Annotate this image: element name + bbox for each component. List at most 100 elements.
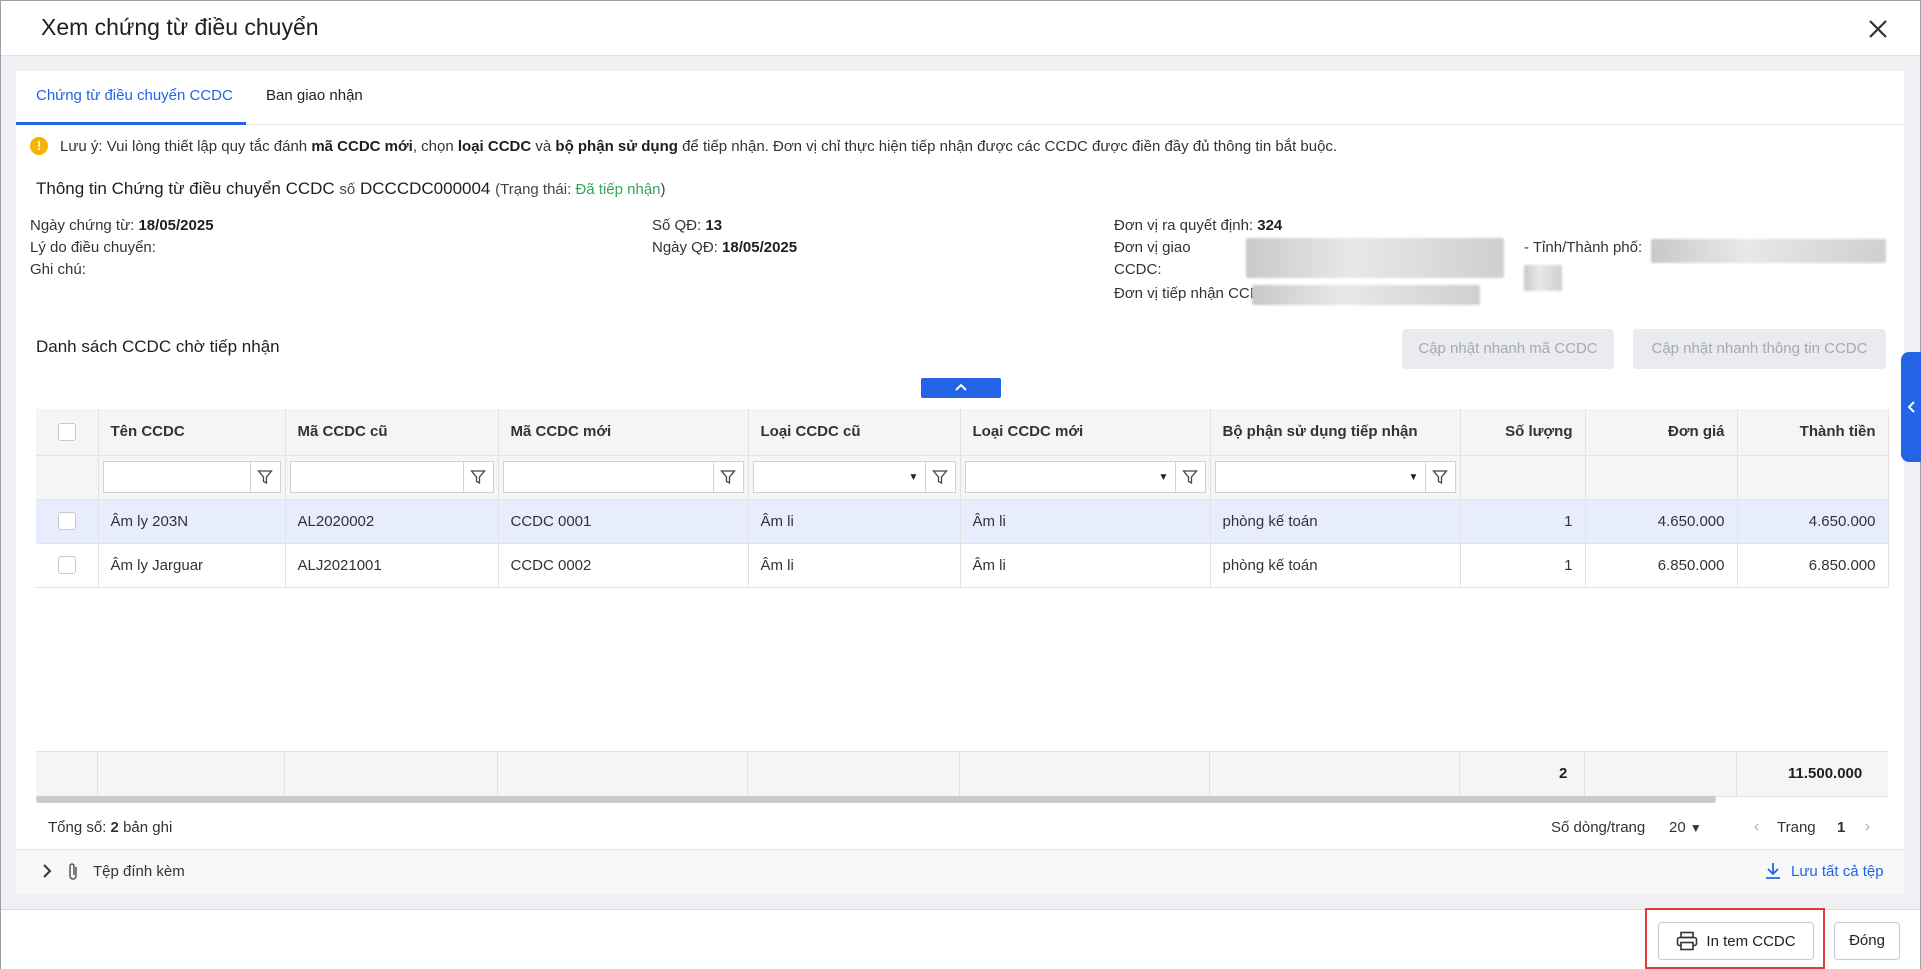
filter-icon[interactable] [924, 462, 955, 492]
current-page[interactable]: 1 [1837, 819, 1845, 836]
highlight-box [1645, 908, 1825, 969]
close-button[interactable]: Đóng [1834, 922, 1900, 960]
total-amount: 11.500.000 [1788, 765, 1863, 782]
cell-new-code: CCDC 0002 [498, 543, 749, 588]
cell-quantity: 1 [1460, 499, 1586, 544]
side-panel-toggle[interactable] [1901, 352, 1921, 462]
delivering-unit-label: Đơn vị giao [1114, 239, 1191, 256]
quick-update-info-button[interactable]: Cập nhật nhanh thông tin CCDC [1633, 329, 1886, 369]
cell-department: phòng kế toán [1210, 499, 1461, 544]
select-all-checkbox[interactable] [57, 422, 76, 441]
filter-new-code-input[interactable] [503, 462, 713, 492]
table-row[interactable]: Âm ly Jarguar ALJ2021001 CCDC 0002 Âm li… [36, 543, 1889, 588]
decision-number: Số QĐ: 13 [652, 217, 723, 234]
select-all-cell [36, 409, 99, 456]
rows-per-page-label: Số dòng/trang [1551, 819, 1646, 836]
download-icon [1766, 863, 1780, 879]
chevron-up-icon [955, 383, 967, 391]
redacted-delivering-unit [1246, 238, 1504, 278]
cell-old-code: ALJ2021001 [285, 543, 499, 588]
summary-cell [98, 752, 285, 796]
dropdown-arrow-icon[interactable]: ▼ [1403, 462, 1425, 492]
tab-handover-committee[interactable]: Ban giao nhận [266, 87, 363, 104]
attachments-label: Tệp đính kèm [93, 863, 185, 880]
total-quantity: 2 [1559, 765, 1568, 782]
dropdown-arrow-icon[interactable]: ▼ [1153, 462, 1175, 492]
filter-old-type-cell: ▼ [748, 455, 961, 500]
rows-per-page-select[interactable]: 20 ▼ [1669, 819, 1702, 836]
filter-department-cell: ▼ [1210, 455, 1461, 500]
col-header-new-code[interactable]: Mã CCDC mới [498, 409, 749, 456]
cell-old-type: Âm li [748, 543, 961, 588]
row-checkbox[interactable] [57, 556, 76, 575]
row-checkbox[interactable] [57, 512, 76, 531]
filter-empty-cell [36, 455, 99, 500]
col-header-department[interactable]: Bộ phận sử dụng tiếp nhận [1210, 409, 1461, 456]
province-label: - Tỉnh/Thành phố: [1524, 239, 1643, 256]
filter-department-select[interactable] [1215, 462, 1403, 492]
cell-name: Âm ly 203N [98, 499, 286, 544]
dropdown-arrow-icon[interactable]: ▼ [903, 462, 925, 492]
filter-icon[interactable] [249, 462, 280, 492]
tab-transfer-voucher[interactable]: Chứng từ điều chuyển CCDC [36, 87, 233, 104]
chevron-left-icon [1907, 401, 1915, 413]
redacted-receiving-unit [1252, 285, 1480, 305]
summary-cell [285, 752, 498, 796]
filter-icon[interactable] [712, 462, 743, 492]
filter-quantity-cell [1460, 455, 1586, 500]
paperclip-icon [66, 862, 80, 887]
cell-name: Âm ly Jarguar [98, 543, 286, 588]
row-checkbox-cell [36, 499, 99, 544]
filter-icon[interactable] [462, 462, 493, 492]
tab-bar: Chứng từ điều chuyển CCDC Ban giao nhận [16, 71, 1904, 125]
pending-list-title: Danh sách CCDC chờ tiếp nhận [36, 337, 280, 356]
grid-pager: Tổng số: 2 bản ghi Số dòng/trang 20 ▼ ‹ … [16, 806, 1904, 850]
col-header-quantity[interactable]: Số lượng [1460, 409, 1586, 456]
expand-chevron-icon[interactable] [40, 863, 54, 884]
note: Ghi chú: [30, 261, 86, 278]
filter-old-code-input[interactable] [290, 462, 463, 492]
dialog-header: Xem chứng từ điều chuyển [1, 1, 1920, 56]
col-header-old-code[interactable]: Mã CCDC cũ [285, 409, 499, 456]
col-header-amount[interactable]: Thành tiền [1737, 409, 1889, 456]
save-all-label: Lưu tất cả tệp [1791, 862, 1884, 880]
table-row[interactable]: Âm ly 203N AL2020002 CCDC 0001 Âm li Âm … [36, 499, 1889, 544]
filter-name-input[interactable] [103, 462, 250, 492]
ccdc-grid: Tên CCDC Mã CCDC cũ Mã CCDC mới Loại CCD… [36, 409, 1889, 588]
cell-new-code: CCDC 0001 [498, 499, 749, 544]
active-tab-indicator [16, 122, 246, 125]
col-header-name[interactable]: Tên CCDC [98, 409, 286, 456]
filter-new-type-select[interactable] [965, 462, 1153, 492]
filter-new-code-cell [498, 455, 749, 500]
filter-name-cell [98, 455, 286, 500]
close-icon[interactable] [1864, 15, 1892, 43]
prev-page-icon[interactable]: ‹ [1754, 818, 1759, 835]
dialog-footer: In tem CCDC Đóng [1, 909, 1920, 969]
collapse-button[interactable] [921, 378, 1001, 398]
warning-icon: ! [30, 137, 48, 155]
decision-unit: Đơn vị ra quyết định: 324 [1114, 217, 1283, 234]
grid-filter-row: ▼ ▼ ▼ [36, 455, 1889, 500]
status-badge: Đã tiếp nhận [575, 181, 661, 198]
cell-unit-price: 6.850.000 [1585, 543, 1738, 588]
filter-old-type-select[interactable] [753, 462, 903, 492]
filter-amount-cell [1737, 455, 1889, 500]
quick-update-code-button[interactable]: Cập nhật nhanh mã CCDC [1402, 329, 1614, 369]
col-header-old-type[interactable]: Loại CCDC cũ [748, 409, 961, 456]
filter-new-type-cell: ▼ [960, 455, 1211, 500]
horizontal-scrollbar[interactable] [36, 796, 1716, 803]
next-page-icon[interactable]: › [1865, 818, 1870, 835]
cell-new-type: Âm li [960, 543, 1211, 588]
col-header-unit-price[interactable]: Đơn giá [1585, 409, 1738, 456]
cell-amount: 6.850.000 [1737, 543, 1889, 588]
filter-old-code-cell [285, 455, 499, 500]
row-checkbox-cell [36, 543, 99, 588]
cell-old-type: Âm li [748, 499, 961, 544]
transfer-reason: Lý do điều chuyển: [30, 239, 156, 256]
col-header-new-type[interactable]: Loại CCDC mới [960, 409, 1211, 456]
voucher-number: DCCCDC000004 [360, 179, 491, 198]
save-all-files-link[interactable]: Lưu tất cả tệp [1763, 861, 1884, 881]
voucher-info-title: Thông tin Chứng từ điều chuyển CCDC số D… [36, 179, 666, 198]
filter-icon[interactable] [1174, 462, 1205, 492]
filter-icon[interactable] [1424, 462, 1455, 492]
